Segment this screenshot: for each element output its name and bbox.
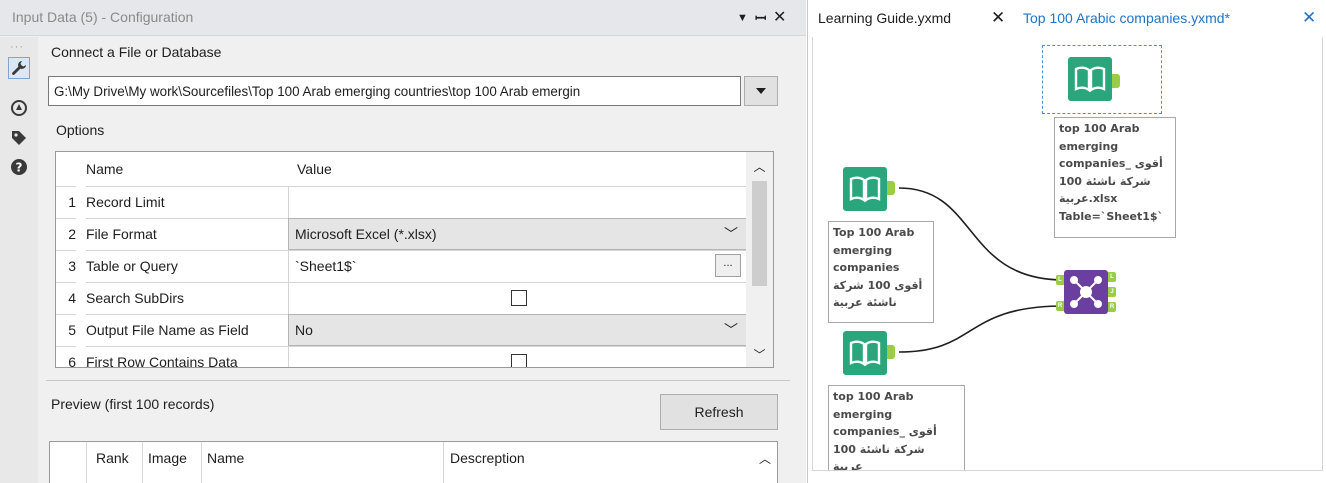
join-icon <box>1070 276 1102 308</box>
option-number: 3 <box>56 250 76 282</box>
option-number: 5 <box>56 314 76 346</box>
option-name: Record Limit <box>86 186 288 218</box>
option-name: Output File Name as Field <box>86 314 288 346</box>
preview-grid: Rank Image Name Descreption ︿ <box>49 441 778 483</box>
join-left-output-anchor[interactable]: L <box>1108 272 1116 282</box>
scroll-up-icon[interactable]: ︿ <box>746 158 773 175</box>
scroll-down-icon[interactable]: ﹀ <box>746 346 773 363</box>
annotation-icon[interactable] <box>8 97 30 119</box>
option-number: 2 <box>56 218 76 250</box>
input-data-tool[interactable] <box>843 331 887 375</box>
input-data-tool[interactable] <box>843 167 887 211</box>
join-right-output-anchor[interactable]: R <box>1108 302 1116 312</box>
tag-icon[interactable] <box>8 127 30 149</box>
join-inner-output-anchor[interactable]: J <box>1108 287 1116 297</box>
column-divider <box>86 442 87 483</box>
output-anchor[interactable] <box>887 345 895 359</box>
configuration-header: Input Data (5) - Configuration ▼ ꟷ ✕ <box>0 0 806 36</box>
tab-top-100-arabic-companies[interactable]: Top 100 Arabic companies.yxmd* <box>1023 0 1230 36</box>
join-right-input-anchor[interactable]: R <box>1056 301 1064 311</box>
options-scrollbar[interactable]: ︿ ﹀ <box>746 152 773 367</box>
option-row-file-format: 2 File Format Microsoft Excel (*.xlsx) ﹀ <box>56 218 747 250</box>
option-row-record-limit: 1 Record Limit <box>56 186 747 218</box>
join-tool[interactable] <box>1064 270 1108 314</box>
option-row-output-filename: 5 Output File Name as Field No ﹀ <box>56 314 747 346</box>
tab-learning-guide[interactable]: Learning Guide.yxmd <box>818 0 951 36</box>
option-name: Table or Query <box>86 250 288 282</box>
config-tool-strip: ··· ? <box>0 37 38 483</box>
tool-annotation: Top 100 Arab emerging companies أقوى 100… <box>828 221 934 323</box>
first-row-data-checkbox[interactable] <box>511 354 527 367</box>
chevron-down-icon: ﹀ <box>724 322 738 338</box>
options-label: Options <box>56 122 105 138</box>
connect-label: Connect a File or Database <box>51 44 222 60</box>
output-filename-select[interactable]: No ﹀ <box>288 314 747 346</box>
document-tabs: Learning Guide.yxmd ✕ Top 100 Arabic com… <box>808 0 1326 36</box>
file-format-select[interactable]: Microsoft Excel (*.xlsx) ﹀ <box>288 218 747 250</box>
scrollbar-thumb[interactable] <box>752 181 767 286</box>
options-name-header: Name <box>86 161 124 177</box>
svg-text:?: ? <box>16 161 23 175</box>
option-number: 6 <box>56 346 76 367</box>
book-icon <box>1074 66 1106 93</box>
table-query-ellipsis-button[interactable]: ... <box>715 254 741 277</box>
join-left-input-anchor[interactable]: L <box>1056 275 1064 285</box>
options-grid: Name Value 1 Record Limit 2 File Format … <box>55 151 774 368</box>
tool-annotation: top 100 Arab emerging companies_ أقوى 10… <box>1054 117 1176 238</box>
preview-column-rank[interactable]: Rank <box>96 450 129 466</box>
option-number: 1 <box>56 186 76 218</box>
column-divider <box>443 442 444 483</box>
book-icon <box>849 340 881 367</box>
column-divider <box>201 442 202 483</box>
preview-column-name[interactable]: Name <box>207 450 244 466</box>
pane-divider[interactable] <box>46 380 790 381</box>
table-query-value: `Sheet1$` <box>295 258 357 274</box>
chevron-down-icon <box>756 88 766 94</box>
pane-menu-icon[interactable]: ▼ <box>737 12 748 24</box>
output-filename-value: No <box>295 322 313 338</box>
option-row-table-query: 3 Table or Query `Sheet1$` ... <box>56 250 747 282</box>
option-name: Search SubDirs <box>86 282 288 314</box>
output-anchor[interactable] <box>1112 74 1120 88</box>
configuration-pane: Input Data (5) - Configuration ▼ ꟷ ✕ ···… <box>0 0 806 483</box>
file-format-value: Microsoft Excel (*.xlsx) <box>295 226 437 242</box>
option-name: First Row Contains Data <box>86 346 288 367</box>
preview-column-descreption[interactable]: Descreption <box>450 450 525 466</box>
first-row-data-cell <box>288 346 747 367</box>
close-tab-icon[interactable]: ✕ <box>991 0 1005 36</box>
wrench-icon[interactable] <box>8 57 30 79</box>
book-icon <box>849 176 881 203</box>
preview-column-image[interactable]: Image <box>148 450 187 466</box>
workflow-canvas[interactable]: top 100 Arab emerging companies_ أقوى 10… <box>812 37 1323 471</box>
workflow-pane: Learning Guide.yxmd ✕ Top 100 Arabic com… <box>807 0 1326 483</box>
close-tab-icon[interactable]: ✕ <box>1302 0 1316 36</box>
option-row-search-subdirs: 4 Search SubDirs <box>56 282 747 314</box>
option-number: 4 <box>56 282 76 314</box>
refresh-button[interactable]: Refresh <box>660 394 778 430</box>
canvas-bottom-bar <box>808 471 1326 483</box>
option-row-first-row-data: 6 First Row Contains Data <box>56 346 747 367</box>
file-path-input[interactable] <box>48 76 741 106</box>
configuration-title: Input Data (5) - Configuration <box>12 9 194 25</box>
tool-annotation: top 100 Arab emerging companies_ أقوى 10… <box>828 385 965 470</box>
input-data-tool-selected[interactable] <box>1068 57 1112 101</box>
options-value-header: Value <box>297 161 332 177</box>
help-icon[interactable]: ? <box>8 156 30 178</box>
path-dropdown-button[interactable] <box>744 76 778 106</box>
output-anchor[interactable] <box>887 181 895 195</box>
column-divider <box>142 442 143 483</box>
chevron-down-icon: ﹀ <box>724 226 738 242</box>
close-pane-icon[interactable]: ✕ <box>773 7 786 27</box>
table-query-field[interactable]: `Sheet1$` ... <box>288 250 747 282</box>
search-subdirs-cell <box>288 282 747 314</box>
search-subdirs-checkbox[interactable] <box>511 290 527 306</box>
scroll-up-icon[interactable]: ︿ <box>759 450 771 467</box>
pin-icon[interactable]: ꟷ <box>755 9 766 28</box>
option-name: File Format <box>86 218 288 250</box>
record-limit-value[interactable] <box>288 186 747 218</box>
preview-label: Preview (first 100 records) <box>51 396 215 412</box>
grip-icon: ··· <box>10 41 24 53</box>
